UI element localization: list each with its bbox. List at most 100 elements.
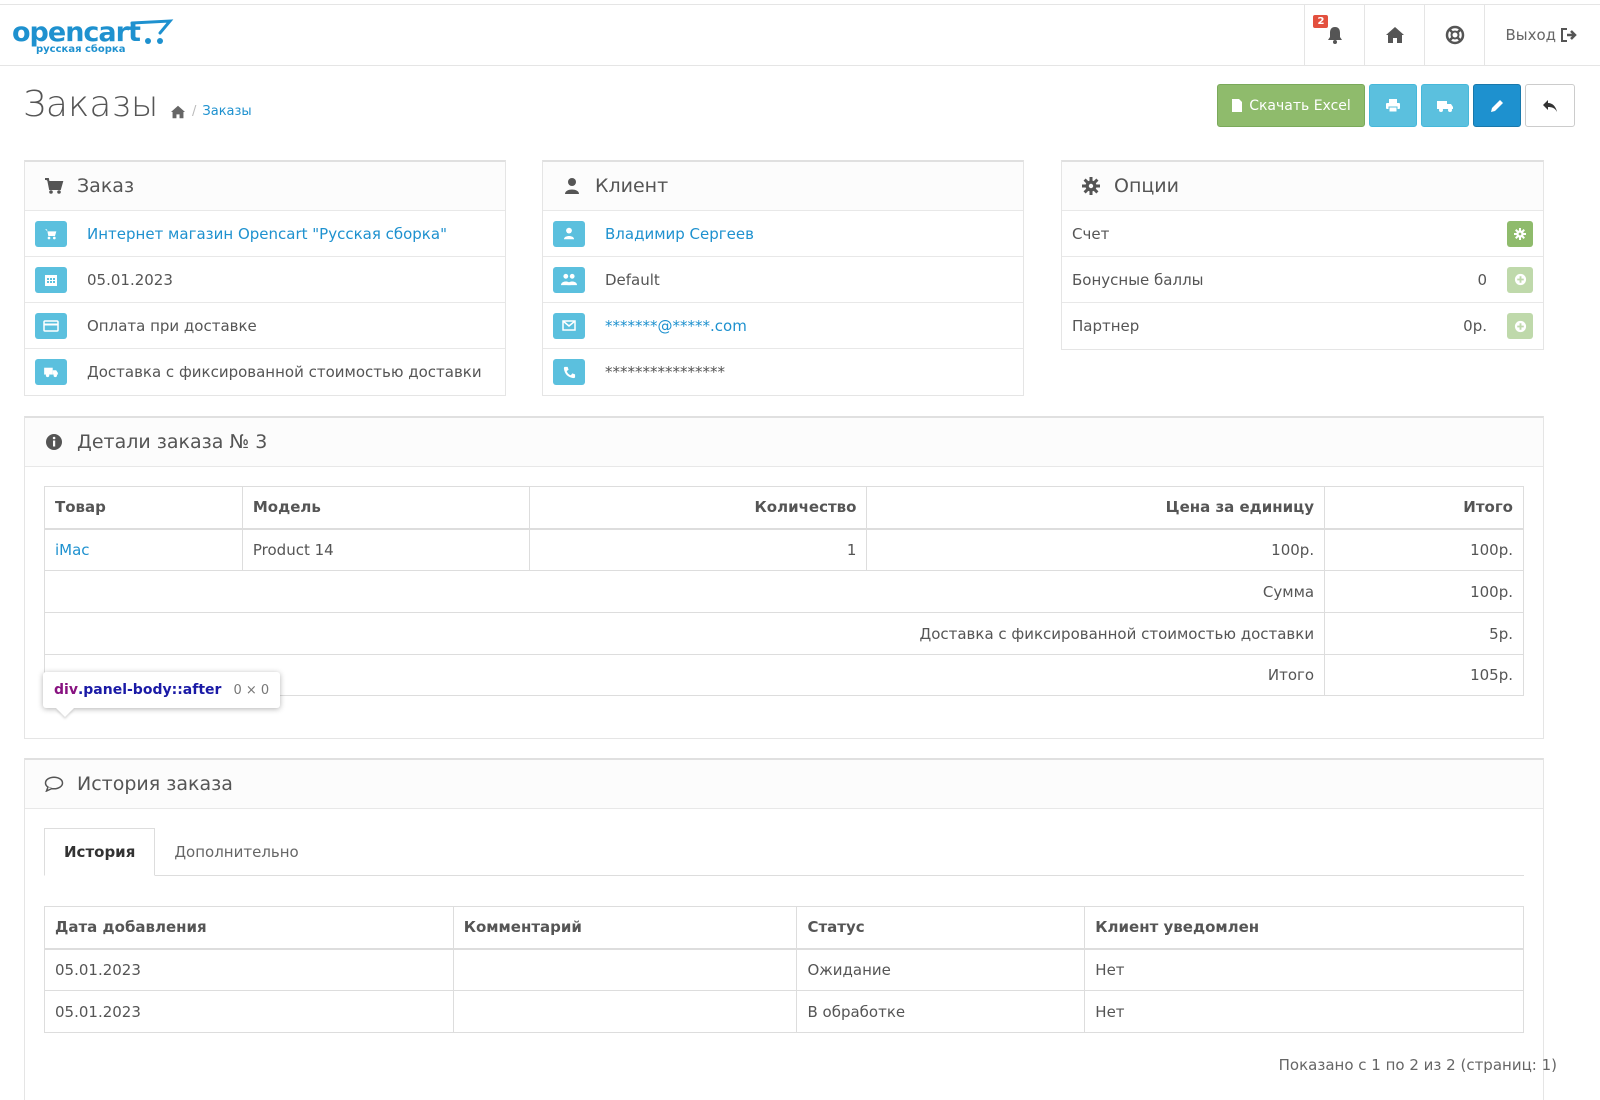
home-button[interactable] [1364,5,1424,65]
home-icon[interactable] [170,105,186,119]
customer-name-link[interactable]: Владимир Сергеев [605,225,754,243]
tooltip-dimensions: 0 × 0 [233,682,270,698]
column-header-status: Статус [796,906,1086,949]
product-price: 100р. [866,528,1326,571]
shipping-method-button[interactable] [35,359,67,385]
home-icon [1385,27,1404,43]
order-history-title: История заказа [77,773,233,795]
user-icon [563,227,575,240]
download-excel-button[interactable]: Скачать Excel [1217,84,1365,127]
store-link[interactable]: Интернет магазин Opencart "Русская сборк… [87,225,447,243]
order-shipping-row: Доставка с фиксированной стоимостью дост… [25,349,505,395]
column-header-product: Товар [44,486,243,529]
tooltip-tag: div [54,682,78,698]
edit-button[interactable] [1473,84,1521,127]
download-excel-label: Скачать Excel [1249,97,1351,114]
customer-email-link[interactable]: *******@*****.com [605,317,747,335]
shopping-cart-icon [43,177,65,195]
customer-name-row: Владимир Сергеев [543,211,1023,257]
options-panel-heading: Опции [1062,162,1543,211]
column-header-notified: Клиент уведомлен [1084,906,1524,949]
payment-method-button[interactable] [35,312,67,339]
back-button[interactable] [1525,84,1575,127]
print-invoice-button[interactable] [1369,84,1417,127]
history-row: 05.01.2023 В обработке Нет [44,990,1524,1033]
order-payment-row: Оплата при доставке [25,303,505,349]
notification-badge: 2 [1313,15,1329,28]
store-info-button[interactable] [35,220,67,247]
history-notified: Нет [1084,990,1524,1033]
order-history-heading: История заказа [25,760,1543,809]
products-header-row: Товар Модель Количество Цена за единицу … [44,486,1524,529]
reply-icon [1543,99,1557,112]
print-shipping-button[interactable] [1421,84,1469,127]
product-total: 100р. [1324,528,1524,571]
support-button[interactable] [1424,5,1484,65]
affiliate-row: Партнер 0р. [1062,303,1543,349]
truck-icon [1437,100,1453,112]
customer-panel-title: Клиент [595,175,669,197]
history-comment [452,990,798,1033]
order-history-panel: История заказа История Дополнительно Дат… [24,758,1544,1100]
gear-icon [1080,177,1102,195]
truck-icon [44,367,58,378]
bell-icon [1327,27,1342,44]
order-history-body: История Дополнительно Дата добавления Ко… [25,809,1543,1033]
order-date: 05.01.2023 [87,270,173,289]
add-commission-button[interactable] [1507,313,1533,339]
reward-value: 0 [1477,270,1487,289]
product-model: Product 14 [241,528,530,571]
order-panel-title: Заказ [77,175,135,197]
totals-row: Сумма 100р. [43,570,1524,613]
email-button[interactable] [553,312,585,339]
file-icon [1232,99,1243,112]
customer-button[interactable] [553,220,585,247]
print-icon [1386,99,1400,113]
history-table: Дата добавления Комментарий Статус Клиен… [44,906,1524,1033]
action-toolbar: Скачать Excel [1217,84,1575,127]
breadcrumb-separator: / [192,104,197,119]
payment-method: Оплата при доставке [87,316,257,335]
product-name-link[interactable]: iMac [44,528,243,571]
column-header-price: Цена за единицу [866,486,1326,529]
history-date: 05.01.2023 [44,948,454,991]
customer-group: Default [605,270,660,289]
logout-button[interactable]: Выход [1484,5,1600,65]
column-header-date-added: Дата добавления [44,906,454,949]
calendar-icon [45,274,57,286]
history-notified: Нет [1084,948,1524,991]
logo-cart-icon [130,19,174,44]
logout-label: Выход [1505,26,1556,44]
invoice-row: Счет [1062,211,1543,257]
add-reward-button[interactable] [1507,266,1533,293]
order-date-row: 05.01.2023 [25,257,505,303]
order-details-heading: Детали заказа № 3 [25,418,1543,467]
top-header: opencart русская сборка 2 Выход [0,4,1600,66]
notifications-button[interactable]: 2 [1304,5,1364,65]
tab-additional[interactable]: Дополнительно [155,828,317,875]
tab-history[interactable]: История [44,828,156,876]
history-comment [452,948,798,991]
subtotal-value: 100р. [1324,570,1524,613]
generate-invoice-button[interactable] [1507,220,1533,247]
opencart-logo[interactable]: opencart русская сборка [12,17,174,57]
header-nav: 2 Выход [1304,5,1600,65]
telephone-button[interactable] [553,359,585,385]
column-header-model: Модель [241,486,530,529]
customer-group-button[interactable] [553,266,585,293]
totals-row: Доставка с фиксированной стоимостью дост… [43,612,1524,655]
date-added-button[interactable] [35,266,67,293]
reward-label: Бонусные баллы [1072,270,1204,289]
page-title: Заказы [23,84,159,125]
order-panel-heading: Заказ [25,162,505,211]
shipping-total-value: 5р. [1324,612,1524,655]
history-row: 05.01.2023 Ожидание Нет [44,948,1524,991]
customer-email-row: *******@*****.com [543,303,1023,349]
options-panel: Опции Счет Бонусные баллы 0 Партнер 0р. [1061,160,1544,350]
subtotal-label: Сумма [43,570,1326,613]
breadcrumb-item-orders[interactable]: Заказы [202,104,251,119]
order-details-body: Товар Модель Количество Цена за единицу … [25,467,1543,696]
tooltip-arrow [56,708,74,717]
history-date: 05.01.2023 [44,990,454,1033]
column-header-comment: Комментарий [452,906,798,949]
